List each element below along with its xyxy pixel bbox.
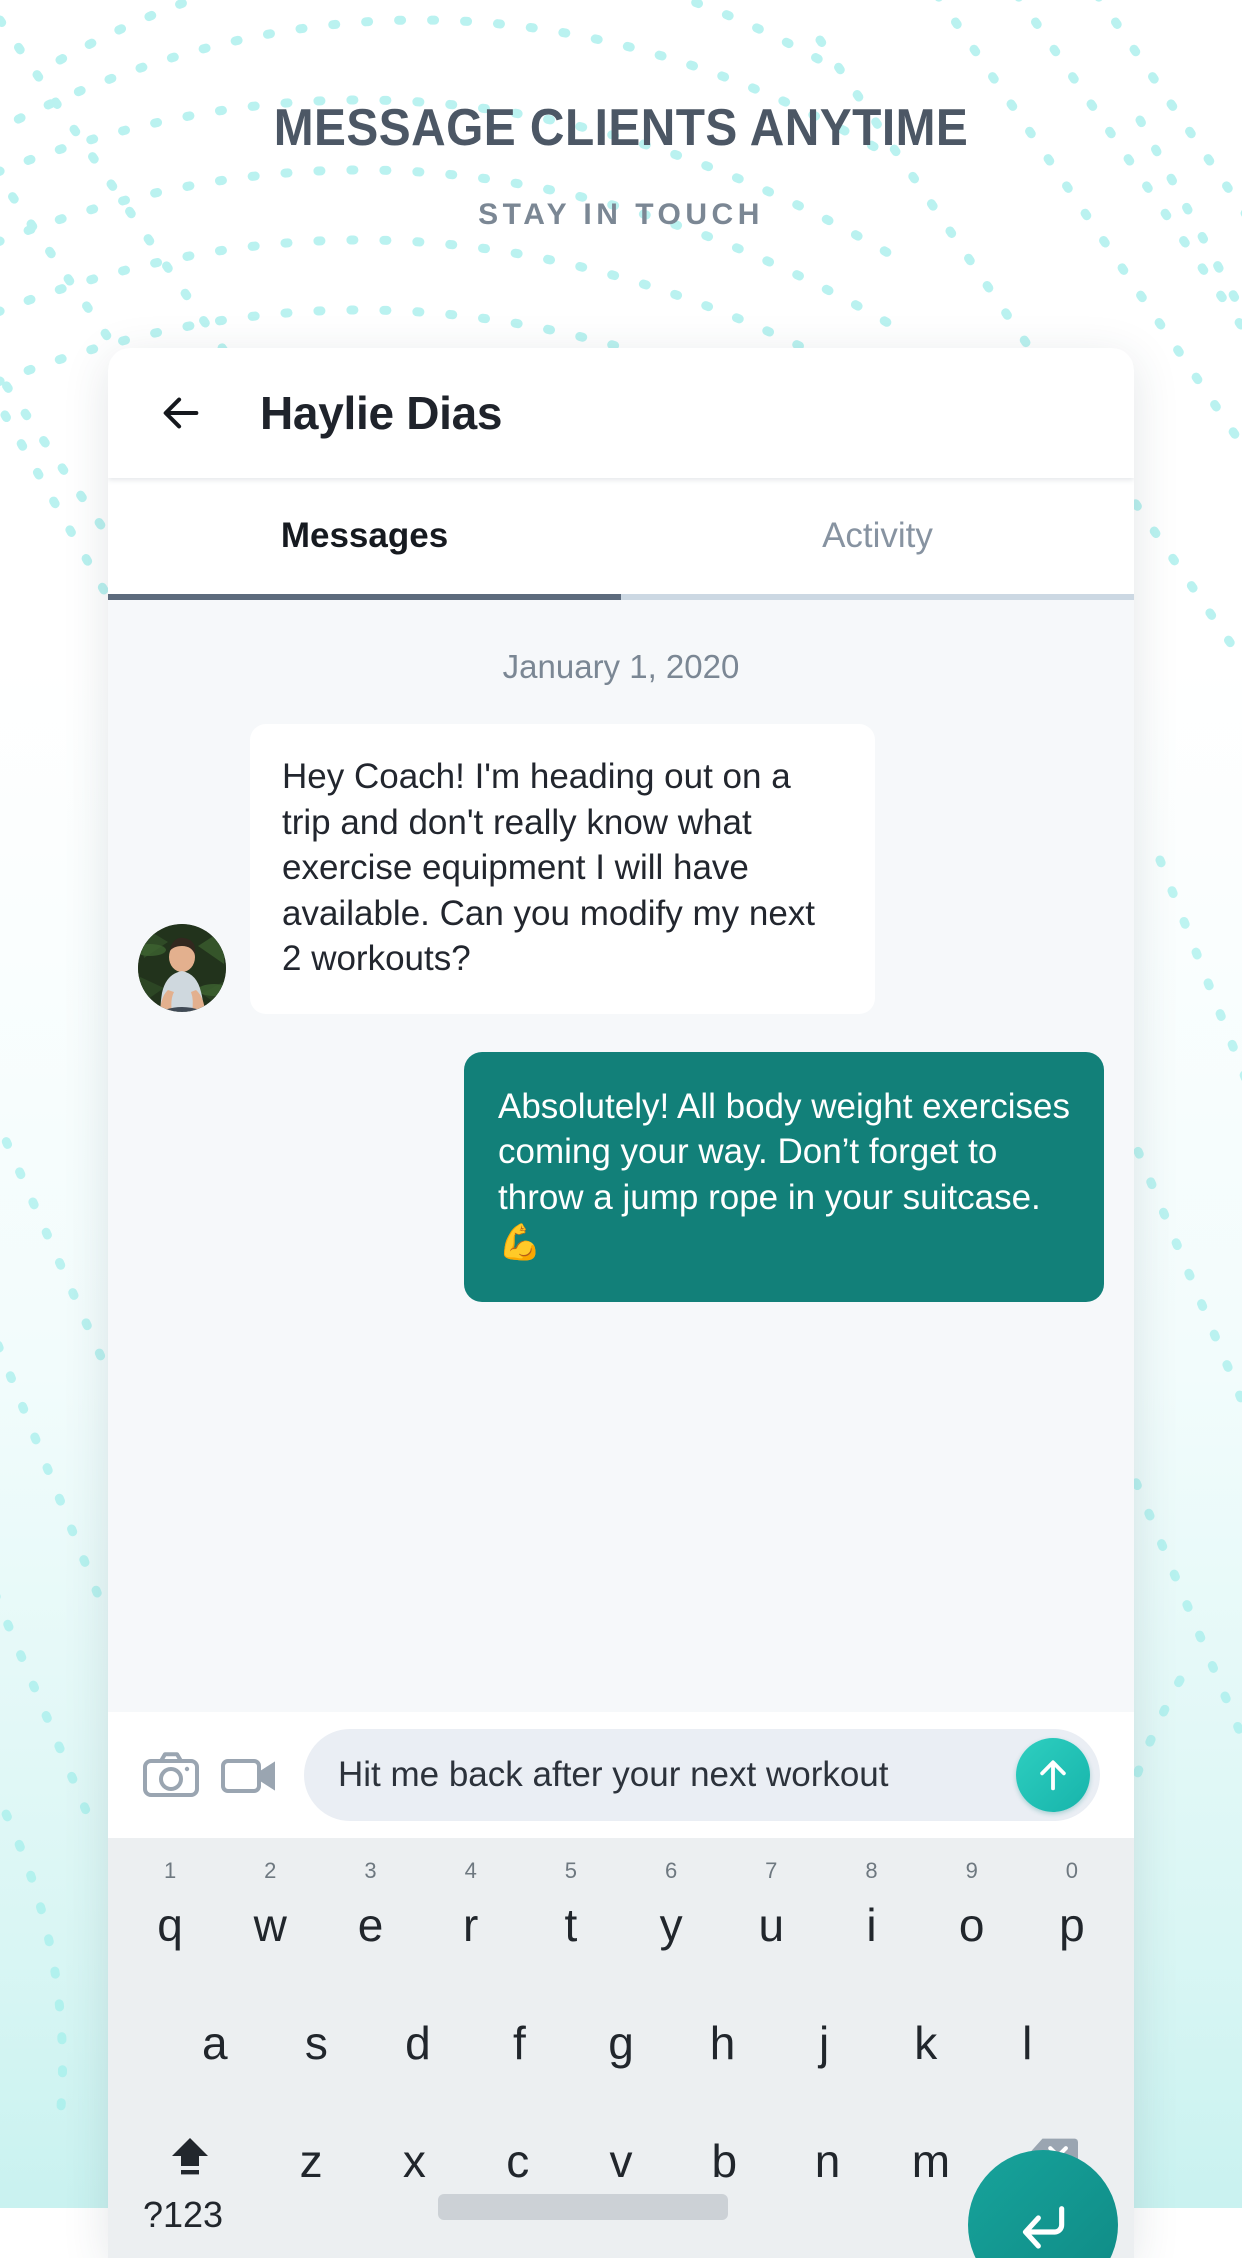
key-r-number: 4 [464,1858,477,1883]
message-composer: Hit me back after your next workout [108,1712,1134,1838]
key-w[interactable]: 2 w [220,1858,320,1954]
send-arrow-up-icon [1040,1760,1066,1791]
date-separator: January 1, 2020 [502,648,740,685]
key-w-label: w [253,1899,287,1951]
key-f-label: f [513,2017,526,2069]
key-k[interactable]: k [875,1980,977,2072]
enter-key-icon [1022,2206,1065,2249]
key-s-label: s [304,2017,328,2069]
key-space[interactable] [438,2194,728,2220]
key-t-label: t [564,1899,578,1951]
message-row-incoming: Hey Coach! I'm heading out on a trip and… [138,724,1104,1014]
key-o[interactable]: 9 o [922,1858,1022,1954]
video-button[interactable] [210,1740,288,1810]
key-q[interactable]: 1 q [120,1858,220,1954]
key-u-label: u [758,1899,785,1951]
avatar [138,923,226,1012]
camera-button[interactable] [132,1740,210,1810]
tab-activity-label: Activity [822,516,933,555]
promo-header: MESSAGE CLIENTS ANYTIME STAY IN TOUCH [0,0,1242,232]
key-d[interactable]: d [367,1980,469,2072]
key-y-label: y [659,1899,683,1951]
chat-header: Haylie Dias [108,348,1134,478]
promo-title: MESSAGE CLIENTS ANYTIME [273,99,969,157]
key-symbols[interactable]: ?123 [108,2194,258,2236]
key-k-label: k [914,2017,938,2069]
keyboard-row-2: a s d f g h j k l [120,1980,1122,2072]
key-j[interactable]: j [773,1980,875,2072]
message-input[interactable]: Hit me back after your next workout [338,1755,1016,1795]
key-l[interactable]: l [976,1980,1078,2072]
key-d-label: d [405,2017,431,2069]
tab-messages[interactable]: Messages [108,478,621,594]
key-o-label: o [958,1899,985,1951]
key-e-number: 3 [364,1858,377,1883]
keyboard-row-1: 1 q 2 w 3 e 4 r 5 t 6 y 7 u 8 i 9 o 0 p [120,1858,1122,1954]
key-r-label: r [463,1899,479,1951]
back-button[interactable] [144,376,218,450]
keyboard-row-4: ?123 [108,2150,1134,2258]
key-q-number: 1 [163,1858,177,1883]
promo-subtitle: STAY IN TOUCH [478,198,764,231]
key-i[interactable]: 8 i [821,1858,921,1954]
page-title: Haylie Dias [260,387,503,439]
camera-icon [143,1752,199,1797]
key-a[interactable]: a [164,1980,266,2072]
key-i-label: i [866,1899,877,1951]
key-f[interactable]: f [469,1980,571,2072]
key-e[interactable]: 3 e [320,1858,420,1954]
tab-bar: Messages Activity [108,478,1134,594]
message-row-outgoing: Absolutely! All body weight exercises co… [138,1051,1104,1302]
key-t-number: 5 [564,1858,578,1883]
video-camera-icon [221,1759,275,1793]
key-w-number: 2 [264,1858,277,1883]
message-input-wrapper[interactable]: Hit me back after your next workout [304,1729,1100,1821]
key-i-number: 8 [865,1858,878,1883]
send-button[interactable] [1016,1738,1090,1812]
key-u-number: 7 [765,1858,778,1883]
key-p-number: 0 [1065,1858,1079,1883]
key-h[interactable]: h [672,1980,774,2072]
key-h-label: h [709,2017,736,2069]
key-g-label: g [608,2017,634,2069]
key-q-label: q [157,1899,183,1951]
key-o-number: 9 [965,1858,978,1883]
tab-activity[interactable]: Activity [621,478,1134,594]
tab-messages-label: Messages [280,516,449,555]
key-u[interactable]: 7 u [721,1858,821,1954]
key-g[interactable]: g [570,1980,672,2072]
key-l-label: l [1022,2017,1033,2069]
key-y[interactable]: 6 y [621,1858,721,1954]
key-a-label: a [201,2017,228,2069]
client-avatar-image [138,923,226,1012]
key-p[interactable]: 0 p [1022,1858,1122,1954]
message-bubble-incoming: Hey Coach! I'm heading out on a trip and… [250,724,875,1014]
key-y-number: 6 [664,1858,678,1883]
key-j-label: j [819,2017,830,2069]
message-list[interactable]: January 1, 2020 Hey Coach! I'm heading o… [108,600,1134,1712]
key-p-label: p [1059,1899,1085,1951]
phone-screen-card: Haylie Dias Messages Activity January 1,… [108,348,1134,2258]
on-screen-keyboard[interactable]: 1 q 2 w 3 e 4 r 5 t 6 y 7 u 8 i 9 o 0 p … [108,1838,1134,2258]
key-t[interactable]: 5 t [521,1858,621,1954]
key-r[interactable]: 4 r [421,1858,521,1954]
key-s[interactable]: s [266,1980,368,2072]
key-e-label: e [357,1899,384,1951]
message-bubble-outgoing: Absolutely! All body weight exercises co… [464,1051,1104,1302]
back-arrow-icon [163,397,199,429]
